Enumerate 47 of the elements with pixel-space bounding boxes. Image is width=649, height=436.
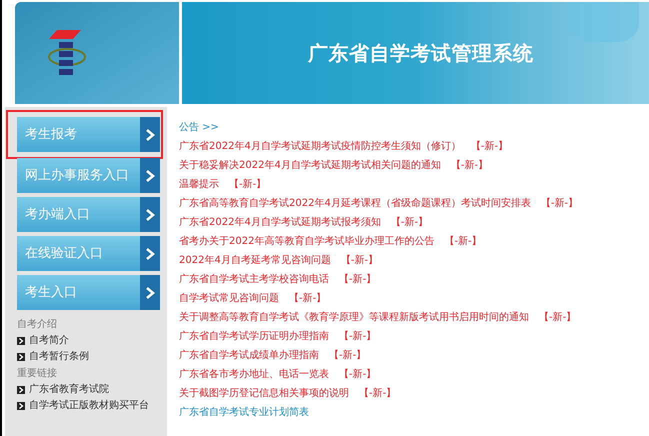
arrow-icon — [17, 337, 25, 345]
arrow-icon — [17, 386, 25, 394]
sidebar-link[interactable]: 自考简介 — [17, 333, 167, 349]
chevron-icon — [140, 236, 160, 271]
new-tag: 【-新-】 — [444, 232, 482, 251]
section-heading: 自考介绍 — [17, 318, 58, 332]
chevron-icon — [140, 158, 160, 193]
chevron-icon — [140, 197, 160, 232]
notice-link[interactable]: 广东省自学考试学历证明办理指南 — [179, 327, 329, 346]
new-tag: 【-新-】 — [359, 384, 396, 403]
notice-link[interactable]: 关于稳妥解决2022年4月自学考试延期考试相关问题的通知 — [179, 156, 441, 175]
arrow-icon — [17, 402, 25, 410]
notice-link[interactable]: 温馨提示 — [179, 175, 219, 194]
notice-link[interactable]: 广东省各市考办地址、电话一览表 — [179, 365, 329, 384]
notice-link[interactable]: 省考办关于2022年高等教育自学考试毕业办理工作的公告 — [179, 232, 434, 251]
notice-link[interactable]: 广东省自学考试主考学校咨询电话 — [179, 270, 329, 289]
new-tag: 【-新-】 — [339, 327, 376, 346]
notice-link[interactable]: 广东省自学考试专业计划简表 — [179, 403, 309, 422]
notice-link[interactable]: 广东省高等教育自学考试2022年4月延考课程（省级命题课程）考试时间安排表 — [179, 194, 531, 213]
notice-link[interactable]: 广东省自学考试成绩单办理指南 — [179, 346, 319, 365]
new-tag: 【-新-】 — [450, 156, 488, 175]
notice-link[interactable]: 广东省2022年4月自学考试延期考试疫情防控考生须知（修订） — [179, 137, 461, 156]
new-tag: 【-新-】 — [329, 346, 366, 365]
notice-link[interactable]: 关于调整高等教育自学考试《教育学原理》等课程新版考试用书启用时间的通知 — [179, 308, 529, 327]
sidebar-link[interactable]: 自学考试正版教材购买平台 — [17, 398, 167, 414]
notice-link[interactable]: 关于截图学历登记信息相关事项的说明 — [179, 384, 349, 403]
notice-link[interactable]: 2022年4月自考延考常见咨询问题 — [179, 251, 331, 270]
sidebar-link[interactable]: 广东省教育考试院 — [17, 382, 167, 398]
notice-link[interactable]: 广东省2022年4月自学考试延期考试报考须知 — [179, 213, 381, 232]
new-tag: 【-新-】 — [339, 270, 376, 289]
new-tag: 【-新-】 — [229, 175, 266, 194]
new-tag: 【-新-】 — [339, 365, 376, 384]
chevron-icon — [140, 275, 160, 310]
section-heading: 重要链接 — [17, 366, 58, 381]
chevron-icon — [140, 117, 160, 152]
new-tag: 【-新-】 — [540, 194, 578, 213]
notice-heading[interactable]: 公告 >> — [179, 118, 649, 137]
logo-icon — [47, 30, 87, 76]
new-tag: 【-新-】 — [289, 289, 326, 308]
new-tag: 【-新-】 — [390, 213, 428, 232]
sidebar-link[interactable]: 自考暂行条例 — [17, 349, 167, 365]
notice-link[interactable]: 自学考试常见咨询问题 — [179, 289, 279, 308]
site-title: 广东省自学考试管理系统 — [308, 40, 534, 67]
arrow-icon — [17, 353, 25, 361]
new-tag: 【-新-】 — [470, 137, 508, 156]
new-tag: 【-新-】 — [539, 308, 576, 327]
new-tag: 【-新-】 — [340, 251, 378, 270]
